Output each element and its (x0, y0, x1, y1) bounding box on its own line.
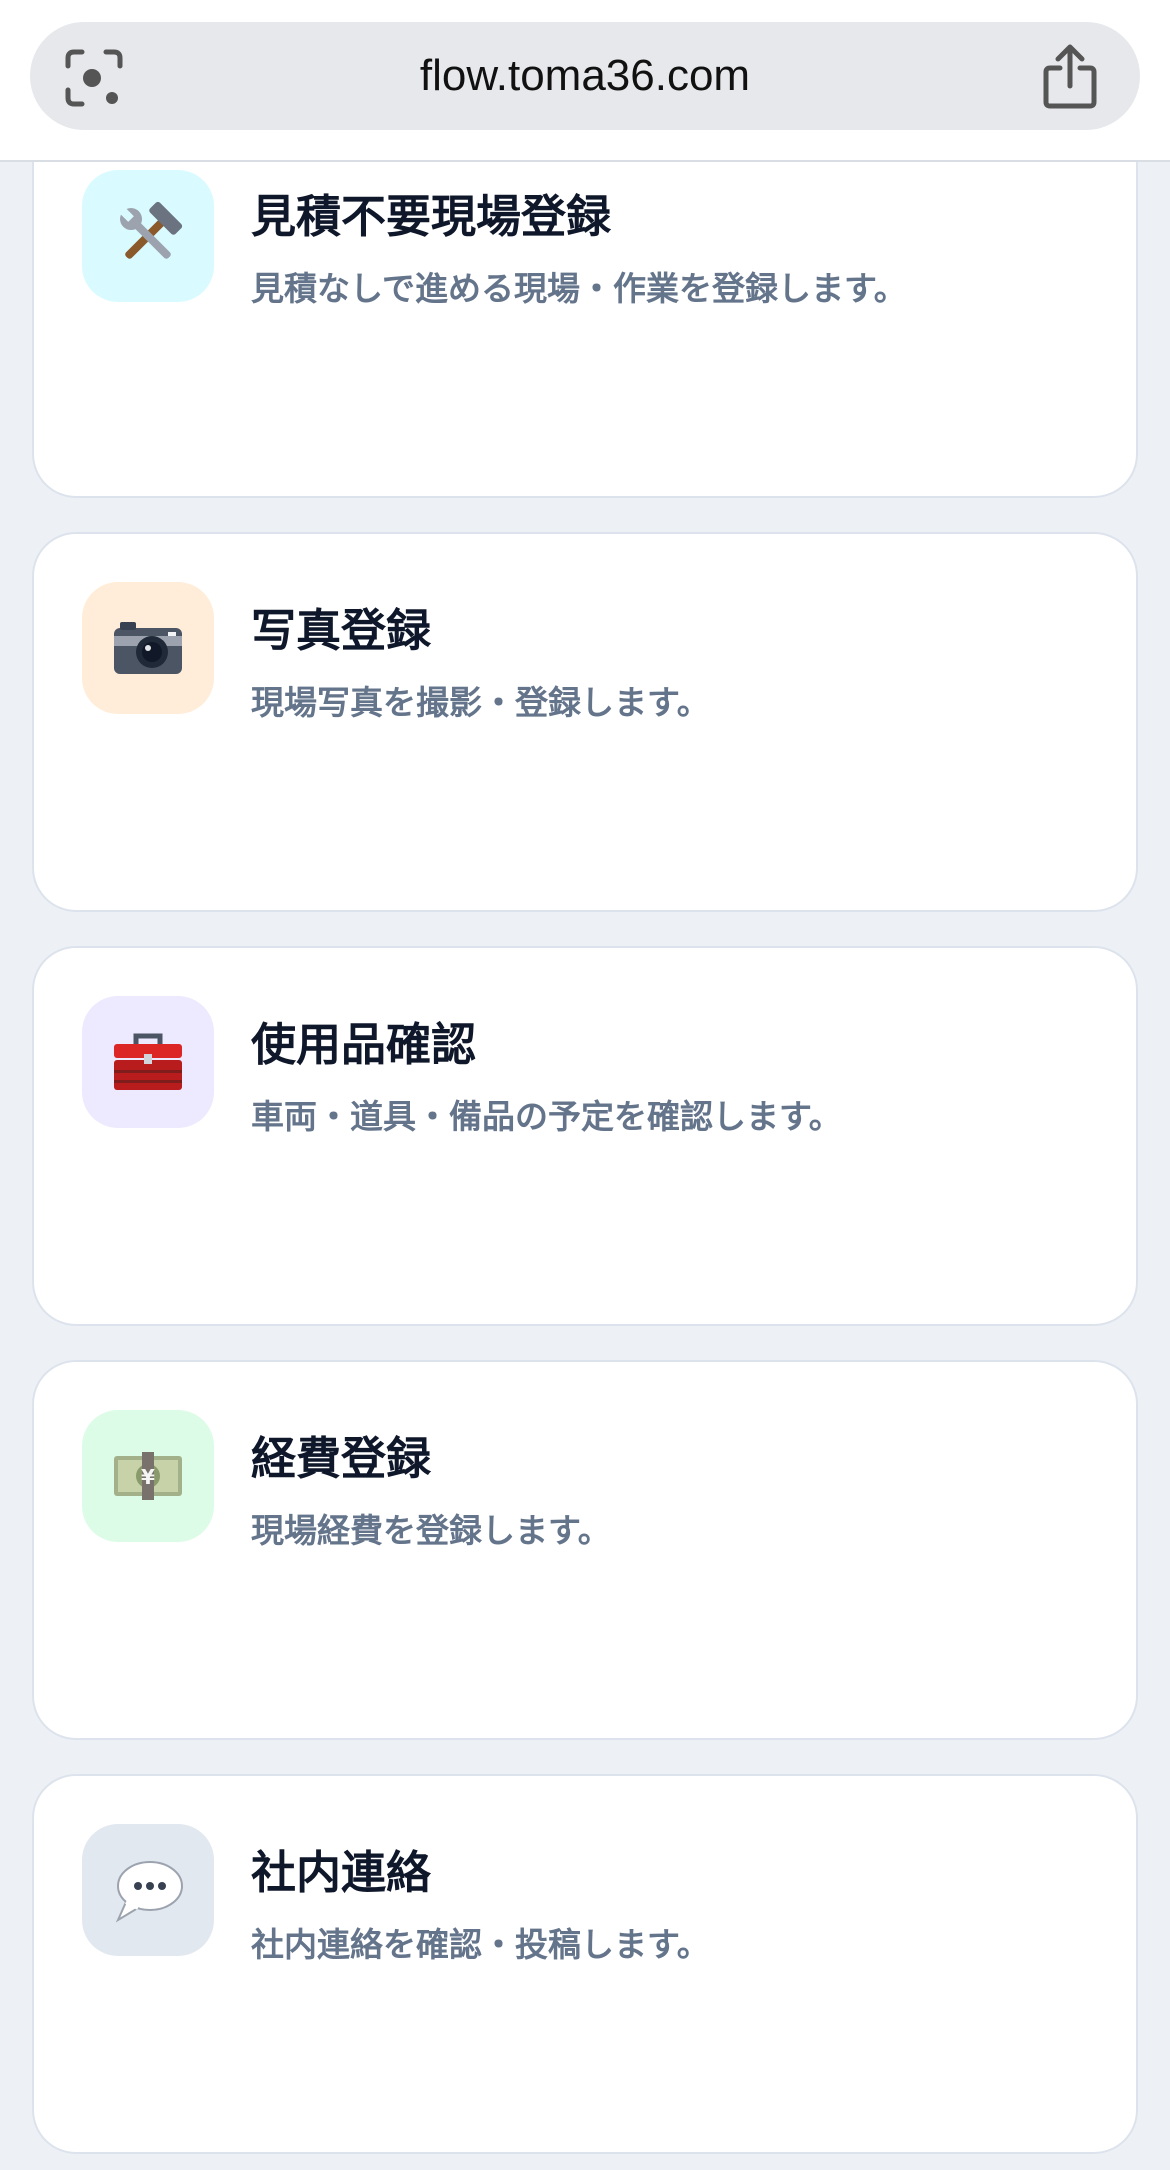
menu-card-photo-registration[interactable]: 写真登録 現場写真を撮影・登録します。 (32, 532, 1138, 912)
address-bar[interactable]: flow.toma36.com (30, 22, 1140, 130)
menu-card-supplies-check[interactable]: 使用品確認 車両・道具・備品の予定を確認します。 (32, 946, 1138, 1326)
camera-icon-box (82, 582, 214, 714)
menu-card-expense-registration[interactable]: ¥ 経費登録 現場経費を登録します。 (32, 1360, 1138, 1740)
card-description: 現場写真を撮影・登録します。 (251, 683, 710, 722)
card-title: 経費登録 (251, 1432, 432, 1485)
visual-search-icon[interactable] (64, 48, 124, 108)
card-title: 写真登録 (251, 604, 432, 657)
camera-icon (114, 622, 182, 674)
toolbox-icon-box (82, 996, 214, 1128)
browser-top-bar: flow.toma36.com (0, 0, 1170, 162)
toolbox-icon (114, 1033, 182, 1090)
yen-banknote-icon-box: ¥ (82, 1410, 214, 1542)
yen-banknote-icon: ¥ (114, 1452, 182, 1500)
card-title: 使用品確認 (251, 1018, 477, 1071)
hammer-wrench-icon-box (82, 170, 214, 302)
card-description: 車両・道具・備品の予定を確認します。 (251, 1097, 842, 1136)
speech-bubble-icon (115, 1861, 183, 1923)
url-text[interactable]: flow.toma36.com (30, 22, 1140, 130)
card-description: 現場経費を登録します。 (251, 1511, 611, 1550)
hammer-wrench-icon (119, 201, 183, 259)
menu-card-internal-contact[interactable]: 社内連絡 社内連絡を確認・投稿します。 (32, 1774, 1138, 2154)
svg-text:¥: ¥ (141, 1465, 155, 1489)
card-title: 社内連絡 (251, 1846, 432, 1899)
card-description: 社内連絡を確認・投稿します。 (251, 1925, 710, 1964)
speech-bubble-icon-box (82, 1824, 214, 1956)
card-title: 見積不要現場登録 (251, 190, 612, 243)
share-icon[interactable] (1040, 44, 1100, 110)
card-description: 見積なしで進める現場・作業を登録します。 (251, 269, 907, 308)
